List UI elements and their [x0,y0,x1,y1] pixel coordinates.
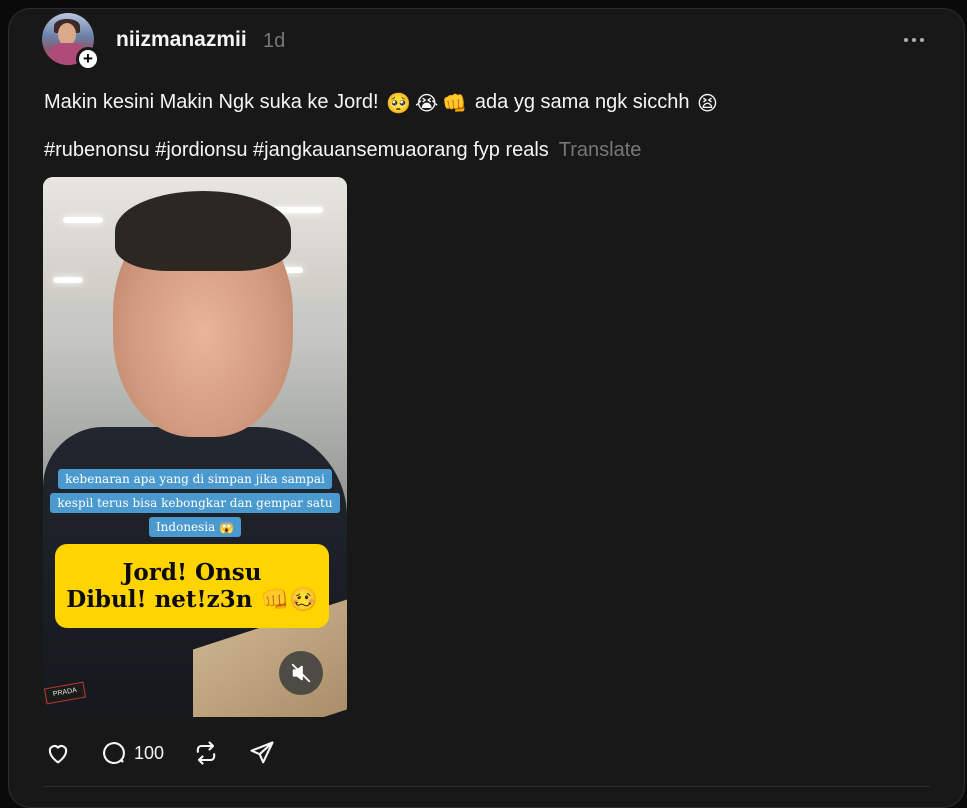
share-button[interactable] [248,739,276,767]
repost-button[interactable] [192,739,220,767]
heart-icon [48,745,68,764]
tired-emoji: 😫 [697,93,718,115]
video-subtitle: kebenaran apa yang di simpan jika sampai… [47,467,343,539]
caption-text-1: Makin kesini Makin Ngk suka ke Jord! [44,91,379,113]
repost-icon [196,741,216,765]
comment-button[interactable]: 100 [100,739,164,767]
post-caption: Makin kesini Makin Ngk suka ke Jord! 🥺 😭 👊… [44,91,720,116]
hashtags[interactable]: #rubenonsu #jordionsu #jangkauansemuaora… [44,139,549,161]
hashtags-line: #rubenonsu #jordionsu #jangkauansemuaora… [44,139,641,162]
video-subtitle-text: kebenaran apa yang di simpan jika sampai… [50,469,340,537]
caption-text-2: ada yg sama ngk sicchh [474,91,690,113]
video-title-box: Jord! Onsu Dibul! net!z3n 👊🥴 [55,544,329,628]
fist-emoji: 👊 [442,93,468,115]
translate-link[interactable]: Translate [559,139,642,161]
mute-icon[interactable] [279,651,323,695]
more-icon[interactable] [897,30,931,50]
video-title-line-1: Jord! Onsu [122,559,262,586]
like-button[interactable] [44,739,72,767]
share-icon [250,741,274,764]
video-title-line-2: Dibul! net!z3n 👊🥴 [66,586,318,613]
username[interactable]: niizmanazmii [116,28,247,52]
comment-icon [103,742,125,765]
video-player[interactable]: PRADA kebenaran apa yang di simpan jika … [43,177,347,717]
crying-emoji: 😭 [415,93,439,115]
video-person-hair [115,191,291,271]
timestamp[interactable]: 1d [263,30,285,53]
follow-plus-icon[interactable]: + [76,47,100,71]
divider [43,786,930,787]
avatar-container[interactable]: + [42,13,100,71]
pleading-emoji: 🥺 [386,93,412,115]
comment-count: 100 [134,742,165,763]
action-bar: 100 [44,738,304,768]
